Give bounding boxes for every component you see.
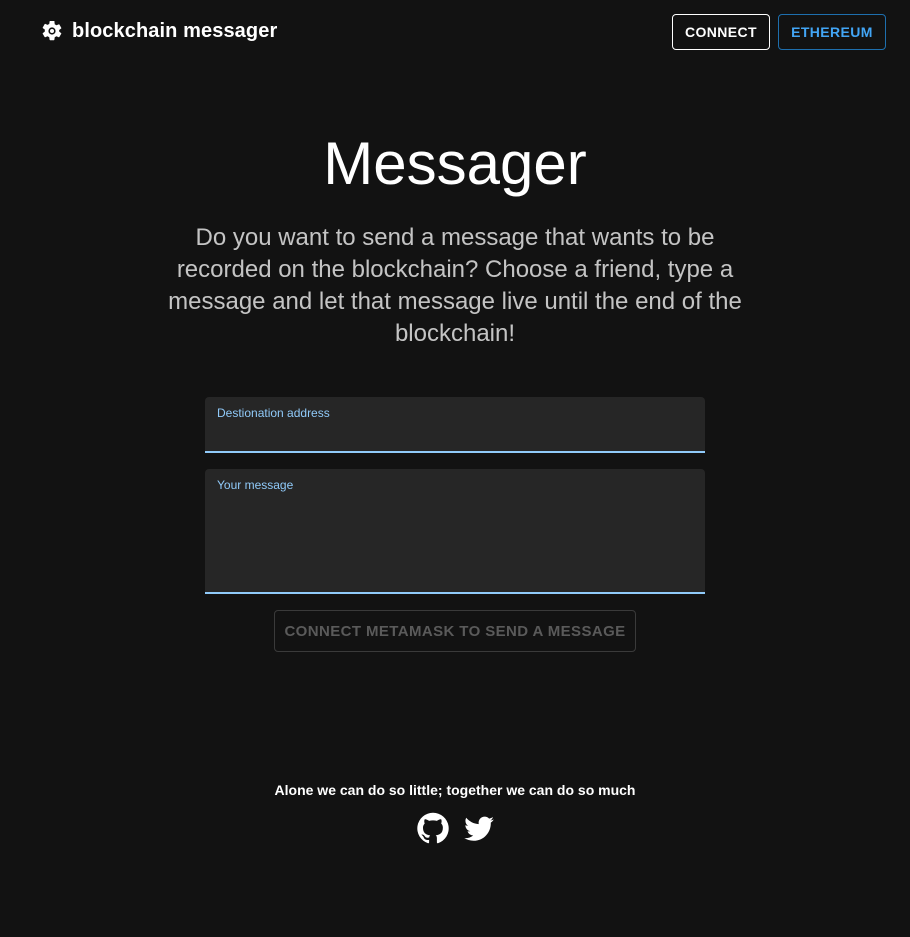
app-header: blockchain messager CONNECT ETHEREUM <box>0 0 910 64</box>
twitter-icon[interactable] <box>462 811 496 845</box>
message-label: Your message <box>217 478 294 492</box>
app-root: blockchain messager CONNECT ETHEREUM Mes… <box>0 0 910 937</box>
connect-button[interactable]: CONNECT <box>672 14 770 50</box>
destination-address-field[interactable]: Destionation address <box>205 397 705 453</box>
destination-address-input[interactable] <box>217 423 693 447</box>
social-links <box>416 811 496 845</box>
footer-quote: Alone we can do so little; together we c… <box>274 782 636 798</box>
gear-icon <box>40 19 64 43</box>
network-button[interactable]: ETHEREUM <box>778 14 886 50</box>
destination-address-label: Destionation address <box>217 406 330 420</box>
brand-title: blockchain messager <box>72 19 278 42</box>
message-field[interactable]: Your message <box>205 469 705 594</box>
message-textarea[interactable] <box>217 495 693 584</box>
page-description: Do you want to send a message that wants… <box>168 224 742 347</box>
page-title: Messager <box>323 130 587 197</box>
brand[interactable]: blockchain messager <box>40 19 277 43</box>
github-icon[interactable] <box>416 811 450 845</box>
send-message-button[interactable]: CONNECT METAMASK TO SEND A MESSAGE <box>274 610 636 652</box>
